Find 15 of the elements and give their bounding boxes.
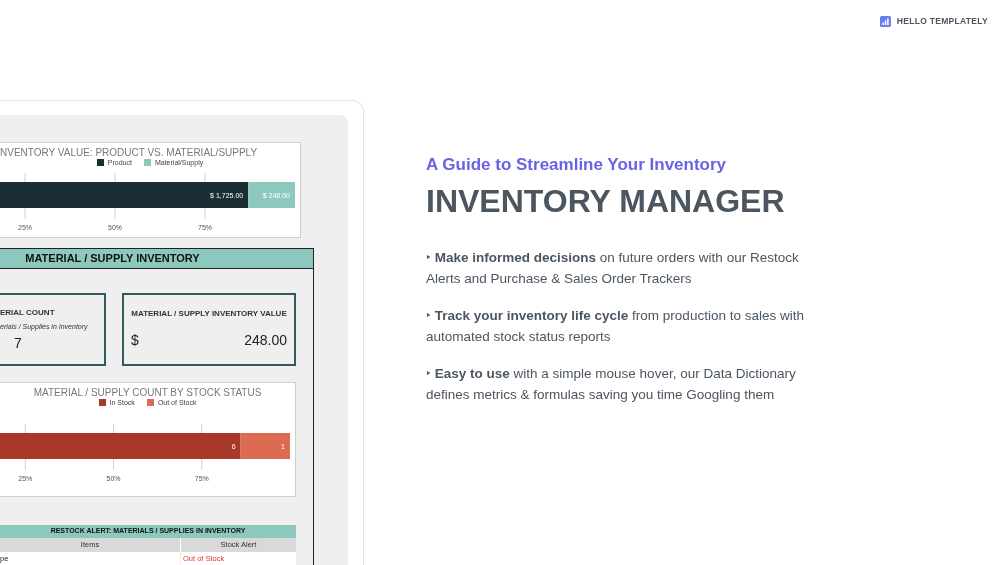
card-title: ERIAL COUNT bbox=[0, 308, 56, 318]
section-header: MATERIAL / SUPPLY INVENTORY bbox=[0, 249, 313, 269]
currency-sign: $ bbox=[131, 332, 139, 348]
feature-text: ‣ Easy to use with a simple mouse hover, our Data Dictionary defines metrics & formulas saving you time Googling them bbox=[426, 365, 797, 404]
card-title: MATERIAL / SUPPLY INVENTORY VALUE bbox=[131, 308, 287, 320]
inventory-value: 248.00 bbox=[244, 332, 287, 348]
feature-text: ‣ Track your inventory life cycle from production to sales with automated stock status reports bbox=[426, 307, 805, 346]
bar-chart-logo-icon bbox=[879, 15, 891, 27]
chart-title: NVENTORY VALUE: PRODUCT VS. MATERIAL/SUPPLY bbox=[0, 147, 259, 159]
subtitle: A Guide to Streamline Your Inventory bbox=[426, 154, 728, 176]
feature-text: ‣ Make informed decisions on future orders with our Restock Alerts and Purchase & Sales Order Trackers bbox=[426, 249, 800, 288]
count-value: 7 bbox=[13, 334, 23, 351]
page-title: INVENTORY MANAGER bbox=[426, 182, 786, 221]
chart-title: MATERIAL / SUPPLY COUNT BY STOCK STATUS bbox=[32, 387, 263, 399]
brand-name: HELLO TEMPLATELY bbox=[896, 15, 988, 28]
